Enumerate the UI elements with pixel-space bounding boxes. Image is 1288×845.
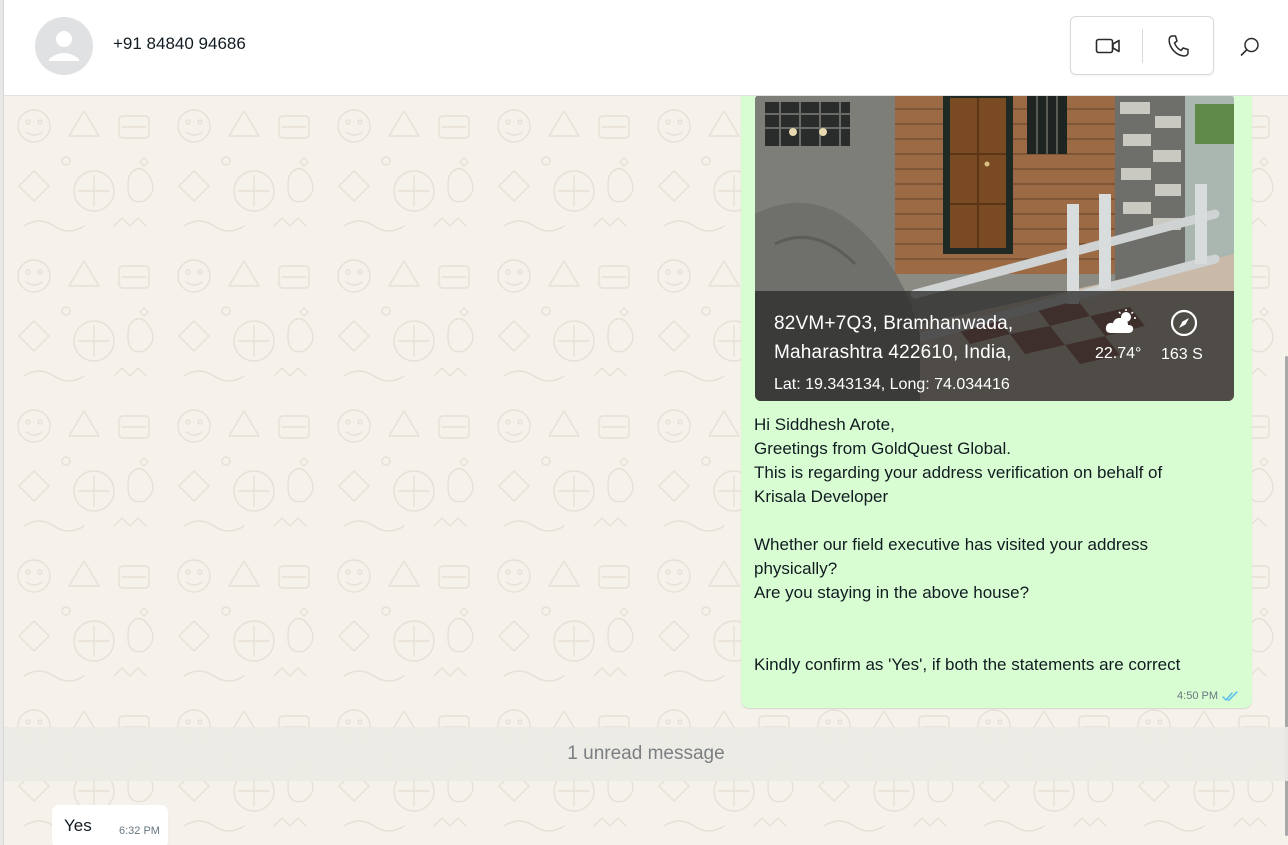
video-camera-icon <box>1095 38 1120 54</box>
unread-messages-label: 1 unread message <box>567 743 725 764</box>
message-line: This is regarding your address verificat… <box>754 463 1163 482</box>
cloud-sun-icon <box>1105 309 1137 335</box>
message-line <box>754 629 1234 653</box>
message-line: Whether our field executive has visited … <box>754 535 1149 554</box>
geotag-lat-long: Lat: 19.343134, Long: 74.034416 <box>774 376 1010 393</box>
voice-call-button[interactable] <box>1161 31 1195 61</box>
contact-name[interactable]: +91 84840 94686 <box>113 34 246 54</box>
message-line: Krisala Developer <box>754 487 889 506</box>
geotag-address-line1: 82VM+7Q3, Bramhanwada, <box>774 313 1014 334</box>
outgoing-message-meta: 4:50 PM <box>1177 690 1240 702</box>
compass-icon <box>1170 309 1198 337</box>
outgoing-message-text: Hi Siddhesh Arote, Greetings from GoldQu… <box>754 413 1234 677</box>
geotag-heading: 163 S <box>1161 346 1203 363</box>
message-line: Greetings from GoldQuest Global. <box>754 439 1012 458</box>
geotag-overlay: 82VM+7Q3, Bramhanwada, Maharashtra 42261… <box>755 291 1234 401</box>
message-line <box>754 509 1234 533</box>
message-line: physically? <box>754 559 838 578</box>
message-line: Are you staying in the above house? <box>754 583 1030 602</box>
call-button-group <box>1070 16 1214 75</box>
outgoing-message-bubble[interactable]: 82VM+7Q3, Bramhanwada, Maharashtra 42261… <box>741 96 1252 708</box>
chat-panel: 82VM+7Q3, Bramhanwada, Maharashtra 42261… <box>4 96 1288 845</box>
search-button[interactable] <box>1236 33 1264 61</box>
incoming-message-text: Yes <box>64 816 92 835</box>
video-call-button[interactable] <box>1091 31 1125 61</box>
message-line <box>754 605 1234 629</box>
incoming-message-time: 6:32 PM <box>119 825 160 837</box>
window-left-edge <box>0 0 4 845</box>
avatar[interactable] <box>35 17 93 75</box>
unread-messages-divider: 1 unread message <box>4 727 1288 781</box>
message-line: Kindly confirm as 'Yes', if both the sta… <box>754 655 1181 674</box>
geotag-address-line2: Maharashtra 422610, India, <box>774 342 1012 363</box>
search-icon <box>1240 37 1259 56</box>
geotag-temperature: 22.74° <box>1095 345 1142 362</box>
phone-icon <box>1168 35 1189 57</box>
geotagged-house-photo[interactable]: 82VM+7Q3, Bramhanwada, Maharashtra 42261… <box>755 96 1234 401</box>
message-line: Hi Siddhesh Arote, <box>754 415 895 434</box>
outgoing-message-time: 4:50 PM <box>1177 690 1218 702</box>
chat-header: +91 84840 94686 <box>4 0 1288 96</box>
default-avatar-icon <box>49 31 79 61</box>
call-group-divider <box>1142 29 1143 63</box>
incoming-message-bubble[interactable]: Yes 6:32 PM <box>52 805 168 845</box>
double-check-icon <box>1222 690 1238 701</box>
